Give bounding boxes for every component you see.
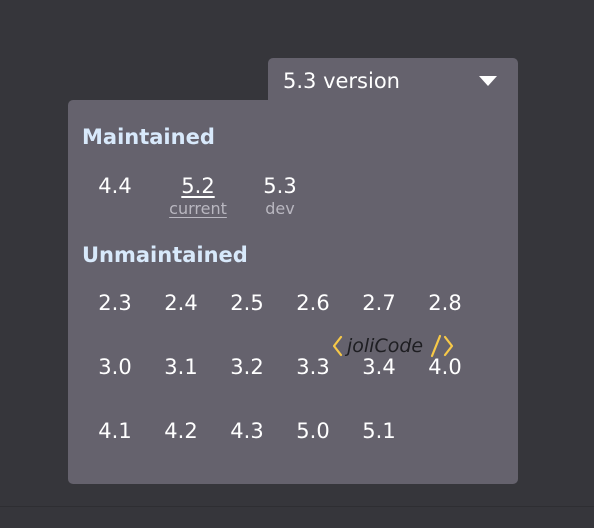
version-link-2-7[interactable]: 2.7	[346, 290, 412, 316]
version-link-3-1[interactable]: 3.1	[148, 354, 214, 380]
version-note-current: current	[169, 199, 227, 218]
version-link-4-2[interactable]: 4.2	[148, 418, 214, 444]
version-link-5-0[interactable]: 5.0	[280, 418, 346, 444]
maintained-heading: Maintained	[82, 125, 215, 149]
version-link-5-3[interactable]: 5.3 dev	[247, 173, 313, 219]
version-link-2-3[interactable]: 2.3	[82, 290, 148, 316]
caret-down-icon	[479, 76, 497, 86]
version-selector-label: 5.3 version	[283, 69, 400, 93]
version-link-4-4[interactable]: 4.4	[82, 173, 148, 199]
version-number: 4.4	[98, 174, 132, 198]
unmaintained-heading: Unmaintained	[82, 243, 248, 267]
version-note-dev: dev	[265, 199, 295, 218]
version-dropdown-panel: Maintained 4.4 5.2 current 5.3 dev Unmai…	[68, 100, 518, 484]
jolicode-logo: joliCode	[333, 334, 454, 358]
jolicode-logo-text: joliCode	[344, 335, 423, 357]
version-link-2-4[interactable]: 2.4	[148, 290, 214, 316]
version-link-2-6[interactable]: 2.6	[280, 290, 346, 316]
version-number: 5.2	[181, 174, 215, 198]
version-link-3-2[interactable]: 3.2	[214, 354, 280, 380]
version-link-2-8[interactable]: 2.8	[412, 290, 478, 316]
version-link-5-2[interactable]: 5.2 current	[165, 173, 231, 219]
version-link-5-1[interactable]: 5.1	[346, 418, 412, 444]
version-link-4-1[interactable]: 4.1	[82, 418, 148, 444]
version-selector-button[interactable]: 5.3 version	[268, 58, 518, 102]
version-number: 5.3	[263, 174, 297, 198]
background-divider	[0, 506, 594, 507]
version-link-3-0[interactable]: 3.0	[82, 354, 148, 380]
version-link-2-5[interactable]: 2.5	[214, 290, 280, 316]
version-link-4-3[interactable]: 4.3	[214, 418, 280, 444]
